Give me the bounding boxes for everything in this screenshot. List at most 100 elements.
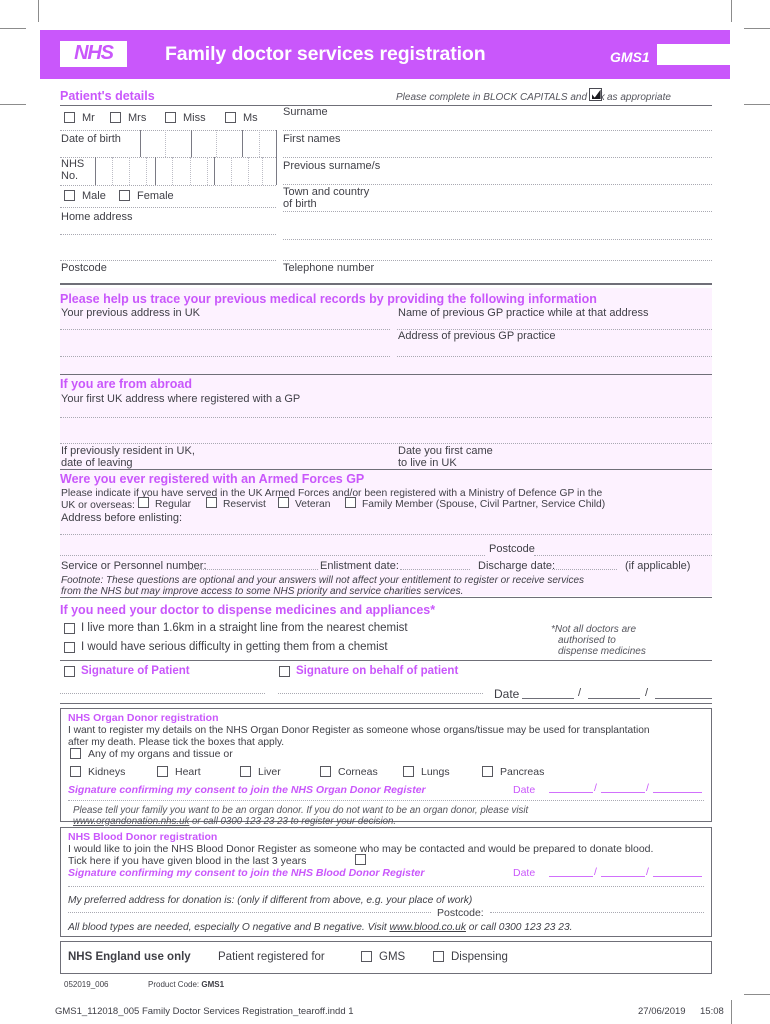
crop-mark-mid-right-h bbox=[744, 104, 770, 105]
checkbox-dispense-difficulty[interactable] bbox=[64, 642, 75, 653]
checkbox-title-miss[interactable] bbox=[165, 112, 176, 123]
label-armed-postcode: Postcode bbox=[489, 543, 535, 555]
field-signature-behalf[interactable] bbox=[278, 693, 483, 694]
field-service-number[interactable] bbox=[188, 569, 318, 570]
label-organ-lungs: Lungs bbox=[421, 766, 450, 778]
crop-mark-top-right-h bbox=[744, 28, 770, 29]
field-blood-donor-date-year[interactable] bbox=[653, 876, 702, 877]
signature-date-slash-1: / bbox=[578, 687, 582, 699]
checkbox-armed-family-member[interactable] bbox=[345, 497, 356, 508]
checkbox-any-organs[interactable] bbox=[70, 748, 81, 759]
label-nhs-no-line2: No. bbox=[61, 170, 79, 182]
field-previous-surnames[interactable] bbox=[283, 184, 712, 185]
checkbox-registered-dispensing[interactable] bbox=[433, 951, 444, 962]
rule-below-signatures bbox=[60, 703, 712, 704]
checkbox-blood-given-3-years[interactable] bbox=[355, 854, 366, 865]
dob-cell-divider-1b bbox=[165, 130, 166, 157]
checkbox-sex-female[interactable] bbox=[119, 190, 130, 201]
dispense-heading: If you need your doctor to dispense medi… bbox=[60, 603, 436, 617]
dob-cell-divider-1 bbox=[140, 130, 141, 157]
field-home-address-right-1[interactable] bbox=[283, 239, 712, 240]
nhsno-cell-divider-3 bbox=[214, 157, 215, 185]
organ-donation-link[interactable]: www.organdonation.nhs.uk bbox=[73, 816, 189, 827]
checkbox-dispense-distance[interactable] bbox=[64, 623, 75, 634]
nhsno-cell-divider-3b bbox=[231, 157, 232, 185]
label-first-uk-address: Your first UK address where registered w… bbox=[61, 393, 301, 405]
revision-code: 052019_006 bbox=[64, 980, 109, 989]
field-home-address-1[interactable] bbox=[60, 234, 276, 235]
checkbox-organ-heart[interactable] bbox=[157, 766, 168, 777]
field-organ-donor-date-day[interactable] bbox=[549, 792, 593, 793]
label-armed-family-member: Family Member (Spouse, Civil Partner, Se… bbox=[362, 499, 606, 510]
label-service-number: Service or Personnel number: bbox=[61, 560, 207, 572]
field-home-address-2[interactable] bbox=[60, 260, 276, 261]
trace-records-heading: Please help us trace your previous medic… bbox=[60, 292, 597, 306]
field-enlistment-date[interactable] bbox=[400, 569, 470, 570]
records-panel-background bbox=[60, 288, 712, 596]
organ-donor-date-slash-2: / bbox=[646, 782, 649, 794]
field-discharge-date[interactable] bbox=[552, 569, 617, 570]
form-code-input[interactable] bbox=[657, 44, 752, 65]
field-armed-postcode[interactable] bbox=[534, 555, 712, 556]
blood-donation-link[interactable]: www.blood.co.uk bbox=[390, 922, 466, 933]
field-home-address-right-2[interactable] bbox=[283, 260, 712, 261]
label-blood-donor-date: Date bbox=[513, 867, 536, 879]
product-code-label: Product Code: bbox=[148, 980, 200, 989]
checkbox-organ-lungs[interactable] bbox=[403, 766, 414, 777]
product-code-line: Product Code: GMS1 bbox=[148, 980, 224, 989]
field-address-before-enlisting-2[interactable] bbox=[60, 555, 485, 556]
blood-donor-note-prefix: All blood types are needed, especially O… bbox=[68, 922, 390, 933]
field-address-before-enlisting-1[interactable] bbox=[60, 534, 712, 535]
blood-donor-date-slash-1: / bbox=[594, 866, 597, 878]
field-blood-donor-date-month[interactable] bbox=[601, 876, 645, 877]
from-abroad-heading: If you are from abroad bbox=[60, 377, 192, 391]
crop-mark-mid-left-h bbox=[0, 104, 26, 105]
label-title-ms: Ms bbox=[243, 112, 258, 124]
field-blood-donor-date-day[interactable] bbox=[549, 876, 593, 877]
checkbox-signature-behalf[interactable] bbox=[279, 666, 290, 677]
field-first-uk-address-1[interactable] bbox=[60, 417, 712, 418]
check-icon bbox=[592, 89, 601, 99]
checkbox-signature-patient[interactable] bbox=[64, 666, 75, 677]
checkbox-organ-kidneys[interactable] bbox=[70, 766, 81, 777]
label-sex-female: Female bbox=[137, 190, 174, 202]
label-organ-donor-date: Date bbox=[513, 784, 536, 796]
field-signature-patient[interactable] bbox=[60, 693, 265, 694]
checkbox-armed-regular[interactable] bbox=[138, 497, 149, 508]
checkbox-title-mrs[interactable] bbox=[110, 112, 121, 123]
checkbox-sex-male[interactable] bbox=[64, 190, 75, 201]
nhsno-cell-divider-4 bbox=[276, 157, 277, 185]
product-code-value: GMS1 bbox=[201, 980, 225, 989]
checkbox-organ-pancreas[interactable] bbox=[482, 766, 493, 777]
checkbox-armed-veteran[interactable] bbox=[278, 497, 289, 508]
field-signature-date-month[interactable] bbox=[588, 698, 640, 699]
checkbox-organ-corneas[interactable] bbox=[320, 766, 331, 777]
checkbox-title-ms[interactable] bbox=[225, 112, 236, 123]
field-surname[interactable] bbox=[283, 130, 712, 131]
field-first-names[interactable] bbox=[283, 157, 712, 158]
checkbox-title-mr[interactable] bbox=[64, 112, 75, 123]
field-signature-date-year[interactable] bbox=[655, 698, 712, 699]
field-blood-postcode[interactable] bbox=[490, 912, 704, 913]
blood-donor-note: All blood types are needed, especially O… bbox=[68, 921, 572, 934]
field-town-country[interactable] bbox=[283, 211, 712, 212]
checkbox-organ-liver[interactable] bbox=[240, 766, 251, 777]
field-signature-date-day[interactable] bbox=[522, 698, 574, 699]
dob-cell-divider-3b bbox=[259, 130, 260, 157]
checkbox-armed-reservist[interactable] bbox=[206, 497, 217, 508]
field-previous-address-2[interactable] bbox=[60, 356, 390, 357]
rule-above-sex bbox=[60, 185, 276, 186]
field-organ-donor-date-year[interactable] bbox=[653, 792, 702, 793]
official-use-title: NHS England use only bbox=[68, 951, 191, 963]
field-previous-address-1[interactable] bbox=[60, 329, 390, 330]
crop-mark-top-left-h bbox=[0, 28, 26, 29]
rule-above-nhsno bbox=[60, 157, 276, 158]
rule-end-patient-details bbox=[60, 283, 712, 285]
field-first-uk-address-2[interactable] bbox=[60, 443, 712, 444]
field-previous-practice-address-1[interactable] bbox=[397, 356, 712, 357]
field-organ-donor-date-month[interactable] bbox=[601, 792, 645, 793]
label-blood-postcode: Postcode: bbox=[437, 907, 484, 919]
nhsno-cell-divider-2c bbox=[190, 157, 191, 185]
field-blood-preferred-address[interactable] bbox=[68, 912, 431, 913]
checkbox-registered-gms[interactable] bbox=[361, 951, 372, 962]
